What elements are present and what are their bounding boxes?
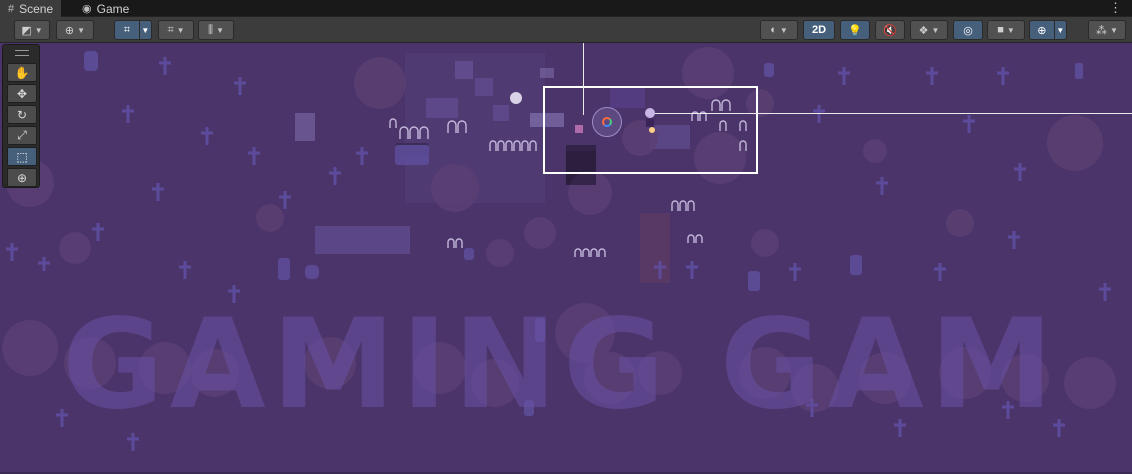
chevron-down-icon: ▼ [141,25,150,35]
scene-letter-sprites: GAMING GAM [62,293,1060,437]
transform-icon: ⊕ [16,170,28,185]
tab-game[interactable]: ◉ Game [74,0,137,17]
scene-tab-bar: # Scene ◉ Game ⋮ [0,0,1132,17]
tab-game-label: Game [96,1,130,16]
gizmo-icon: ⊕ [1037,24,1047,37]
chevron-down-icon: ▼ [1006,25,1015,35]
audio-icon: 🔇 [883,24,897,37]
effects-button[interactable]: ❖ ▼ [910,20,948,40]
tools-overlay: ✋ ✥ ↻ ⤢ ⬚ ⊕ [2,44,40,188]
visibility-toggle-button[interactable]: ◎ [953,20,983,40]
gizmos-button[interactable]: ⊕ ▼ [1029,20,1067,40]
overlay-icon: ⁂ [1096,24,1108,37]
global-local-button[interactable]: ⊕ ▼ [56,20,94,40]
draw-mode-icon: ◩ [21,24,32,37]
rotate-tool[interactable]: ↻ [7,105,37,124]
scale-tool[interactable]: ⤢ [7,126,37,145]
chevron-down-icon: ▼ [176,25,185,35]
light-icon: 💡 [848,24,862,37]
gamepad-icon: ◉ [82,3,92,15]
chevron-down-icon: ▼ [34,25,43,35]
pivot-guide-vertical [583,43,584,115]
draw-mode-button[interactable]: ◩ ▼ [14,20,50,40]
tab-scene[interactable]: # Scene [0,0,62,17]
rect-tool[interactable]: ⬚ [7,147,37,166]
audio-toggle-button[interactable]: 🔇 [875,20,905,40]
shading-icon: ◐ [770,24,777,36]
more-options-icon[interactable]: ⋮ [1109,0,1122,15]
scene-viewport[interactable]: GAMING GAM ✋ ✥ ↻ ⤢ ⬚ ⊕ [0,43,1132,474]
pivot-guide-horizontal [655,113,1132,114]
camera-button[interactable]: ■ ▼ [987,20,1025,40]
chevron-down-icon: ▼ [77,25,86,35]
camera-icon: ■ [997,24,1004,36]
camera-bounds[interactable] [543,86,758,174]
ruler-button[interactable]: ⫼ ▼ [198,20,234,40]
visibility-icon: ◎ [963,24,973,37]
tab-scene-label: Scene [19,1,54,16]
ruler-icon: ⫼ [208,23,214,36]
chevron-down-icon: ▼ [1056,25,1065,35]
scene-toolbar: ◩ ▼ ⊕ ▼ ⌗ ▼ ⌗ ▼ ⫼ ▼ ◐ ▼ 2D 💡 🔇 ❖ ▼ ◎ ■ ▼ ⊕ ▼ ⁂ ▼ [0,17,1132,43]
increment-snap-button[interactable]: ⌗ ▼ [158,20,194,40]
grid-snap-icon: ⌗ [123,23,130,36]
rotate-icon: ↻ [16,107,28,122]
lighting-toggle-button[interactable]: 💡 [840,20,870,40]
snap-increment-icon: ⌗ [167,23,174,36]
transform-tool[interactable]: ⊕ [7,168,37,187]
2d-toggle-button[interactable]: 2D [803,20,835,40]
hand-tool[interactable]: ✋ [7,63,37,82]
chevron-down-icon: ▼ [216,25,224,35]
chevron-down-icon: ▼ [931,25,940,35]
chevron-down-icon: ▼ [1110,25,1118,35]
rect-icon: ⬚ [16,149,28,164]
shading-mode-button[interactable]: ◐ ▼ [760,20,798,40]
chevron-down-icon: ▼ [779,25,788,35]
move-icon: ✥ [16,86,28,101]
hand-icon: ✋ [14,65,30,80]
grid-icon: # [8,2,15,15]
scale-icon: ⤢ [17,128,27,142]
grid-snap-button[interactable]: ⌗ ▼ [114,20,152,40]
2d-toggle-label: 2D [811,24,827,36]
effects-icon: ❖ [918,24,929,37]
overlay-menu-button[interactable]: ⁂ ▼ [1088,20,1126,40]
light-gizmo-icon [602,117,612,127]
move-tool[interactable]: ✥ [7,84,37,103]
globe-icon: ⊕ [64,24,75,37]
drag-handle-icon[interactable] [15,50,29,56]
